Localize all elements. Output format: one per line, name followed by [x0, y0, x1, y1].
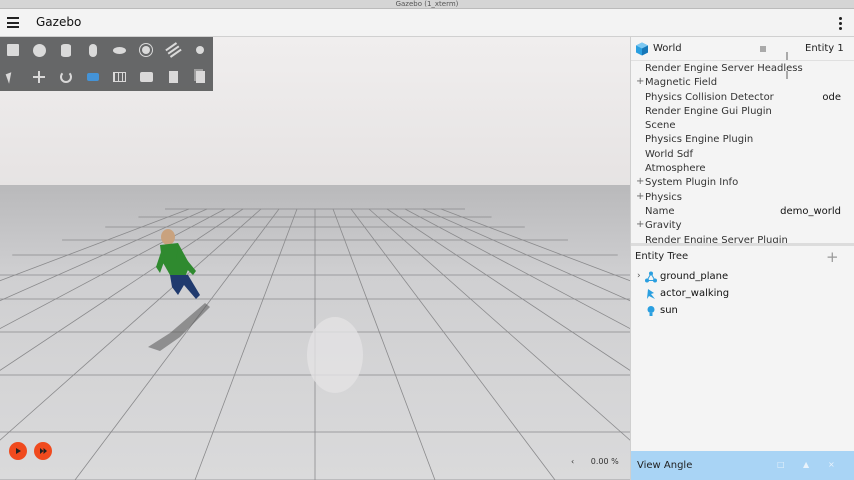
scene-render	[0, 37, 630, 480]
component-label: System Plugin Info	[645, 177, 739, 189]
capsule-icon[interactable]	[83, 40, 103, 60]
expand-plus-icon[interactable]: +	[636, 76, 644, 87]
sphere-icon[interactable]	[29, 40, 49, 60]
component-row[interactable]: World Sdf	[631, 148, 854, 162]
rtf-value: 0.00 %	[590, 457, 619, 466]
entity-name: actor_walking	[660, 288, 730, 299]
component-row[interactable]: Name demo_world	[631, 205, 854, 219]
entity-id: Entity 1	[805, 43, 844, 54]
app-bar: Gazebo	[0, 9, 854, 37]
translate-icon[interactable]	[29, 67, 49, 87]
app-title: Gazebo	[36, 15, 82, 29]
window-titlebar: Gazebo (1_xterm)	[0, 0, 854, 9]
component-row[interactable]: + System Plugin Info	[631, 176, 854, 190]
view-angle-title: View Angle	[637, 460, 693, 471]
right-panel: World Entity 1 Render Engine Server Head…	[630, 37, 854, 480]
entity-name: sun	[660, 305, 678, 316]
scene-toolbar	[0, 37, 213, 91]
entity-tree-header: Entity Tree +	[631, 247, 854, 267]
component-row[interactable]: Atmosphere	[631, 162, 854, 176]
component-row[interactable]: Render Engine Server Headless	[631, 62, 854, 76]
lock-icon[interactable]	[760, 46, 766, 52]
select-icon[interactable]	[3, 67, 23, 87]
component-label: Physics Collision Detector	[645, 91, 774, 103]
view-angle-icon[interactable]	[83, 67, 103, 87]
expand-chevron-icon[interactable]: ›	[637, 271, 641, 281]
add-entity-button[interactable]: +	[826, 248, 839, 266]
component-row[interactable]: + Magnetic Field	[631, 76, 854, 90]
model-icon	[645, 271, 657, 283]
component-label: Name	[645, 205, 675, 217]
box-icon[interactable]	[3, 40, 23, 60]
component-label: Physics Engine Plugin	[645, 134, 754, 146]
rtf-expand-arrow[interactable]: ‹	[571, 457, 574, 466]
more-options-icon[interactable]	[836, 17, 844, 31]
entity-tree-item-sun[interactable]: sun	[631, 303, 854, 320]
panel-splitter[interactable]	[631, 243, 854, 246]
component-row[interactable]: Render Engine Gui Plugin	[631, 105, 854, 119]
component-label: Render Engine Gui Plugin	[645, 105, 772, 117]
component-row[interactable]: + Gravity	[631, 219, 854, 233]
cylinder-icon[interactable]	[56, 40, 76, 60]
component-row[interactable]: Physics Collision Detector ode	[631, 91, 854, 105]
expand-plus-icon[interactable]: +	[636, 191, 644, 202]
ellipsoid-icon[interactable]	[109, 40, 129, 60]
light-bulb-icon	[645, 305, 657, 317]
component-row[interactable]: Render Engine Server Plugin	[631, 234, 854, 243]
component-label: Render Engine Server Plugin	[645, 234, 788, 243]
screenshot-icon[interactable]	[136, 67, 156, 87]
world-cube-icon	[636, 42, 648, 56]
actor-icon	[645, 288, 657, 300]
view-angle-close-button[interactable]: ×	[828, 460, 835, 469]
component-inspector-header: World Entity 1	[631, 37, 854, 79]
play-button[interactable]	[9, 442, 27, 460]
entity-tree-title: Entity Tree	[635, 251, 689, 262]
entity-tree-item-ground-plane[interactable]: › ground_plane	[631, 269, 854, 286]
entity-name: ground_plane	[660, 271, 729, 282]
expand-plus-icon[interactable]: +	[636, 219, 644, 230]
component-list[interactable]: Render Engine Server Headless + Magnetic F…	[631, 62, 854, 243]
3d-scene-view[interactable]: ‹ 0.00 %	[0, 37, 630, 480]
view-angle-float-button[interactable]: □	[777, 460, 785, 469]
component-row[interactable]: + Physics	[631, 191, 854, 205]
component-label: Scene	[645, 120, 676, 132]
expand-plus-icon[interactable]: +	[636, 176, 644, 187]
component-row[interactable]: Physics Engine Plugin	[631, 133, 854, 147]
spot-light-icon[interactable]	[190, 40, 210, 60]
inspector-title: World	[653, 43, 682, 54]
component-label: Gravity	[645, 220, 682, 232]
component-value: ode	[822, 91, 841, 103]
entity-tree-list: › ground_plane actor_walkingsun	[631, 269, 854, 320]
component-label: Atmosphere	[645, 163, 706, 175]
component-label: Physics	[645, 191, 682, 203]
real-time-factor: ‹ 0.00 %	[571, 457, 619, 466]
component-label: Magnetic Field	[645, 77, 718, 89]
component-row[interactable]: Scene	[631, 119, 854, 133]
pause-updates-icon[interactable]	[786, 45, 793, 79]
step-button[interactable]	[34, 442, 52, 460]
view-angle-collapse-button[interactable]: ▲	[803, 460, 809, 469]
menu-icon[interactable]	[7, 17, 19, 28]
component-label: Render Engine Server Headless	[645, 63, 803, 74]
copy-icon[interactable]	[163, 67, 183, 87]
play-icon	[16, 448, 21, 454]
view-angle-panel: View Angle □ ▲ ×	[631, 451, 854, 480]
paste-icon[interactable]	[190, 67, 210, 87]
component-label: World Sdf	[645, 148, 694, 160]
entity-tree-item-actor-walking[interactable]: actor_walking	[631, 286, 854, 303]
sun-light-icon[interactable]	[136, 40, 156, 60]
step-icon	[39, 448, 47, 454]
directional-light-icon[interactable]	[163, 40, 183, 60]
grid-icon[interactable]	[109, 67, 129, 87]
component-value: demo_world	[780, 205, 841, 217]
rotate-icon[interactable]	[56, 67, 76, 87]
